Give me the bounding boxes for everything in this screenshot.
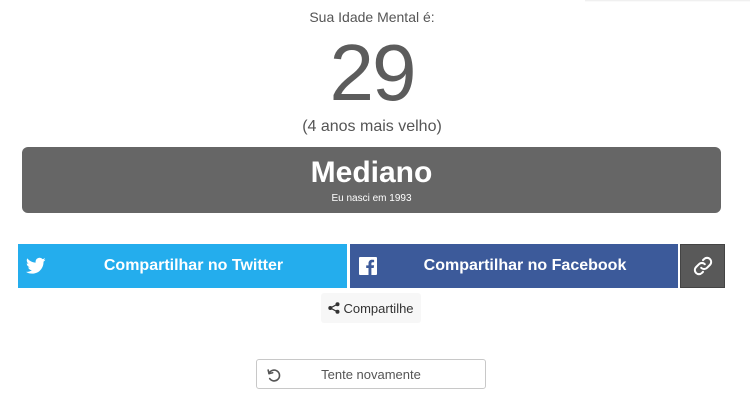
share-twitter-label: Compartilhar no Twitter	[103, 257, 284, 274]
mental-age-value: 29	[329, 28, 417, 117]
result-page: Sua Idade Mental é: 29 (4 anos mais velh…	[0, 0, 750, 404]
share-facebook-label: Compartilhar no Facebook	[423, 257, 627, 274]
share-more-button[interactable]: Compartilhe	[321, 293, 421, 323]
header-shadow	[585, 0, 750, 2]
share-icon	[328, 302, 340, 314]
retry-button[interactable]: Tente novamente	[256, 359, 486, 389]
share-facebook-button[interactable]: Compartilhar no Facebook	[350, 244, 678, 288]
retry-label: Tente novamente	[321, 367, 421, 382]
mental-age-label: Sua Idade Mental é:	[309, 9, 435, 25]
copy-link-button[interactable]	[680, 244, 725, 288]
share-twitter-button[interactable]: Compartilhar no Twitter	[18, 244, 347, 288]
verdict-box: Mediano Eu nasci em 1993	[22, 147, 721, 213]
share-more-label: Compartilhe	[343, 300, 414, 316]
link-icon	[692, 255, 714, 277]
verdict-title: Mediano	[310, 156, 433, 189]
age-difference: (4 anos mais velho)	[302, 118, 442, 135]
verdict-subtitle: Eu nasci em 1993	[331, 193, 412, 204]
